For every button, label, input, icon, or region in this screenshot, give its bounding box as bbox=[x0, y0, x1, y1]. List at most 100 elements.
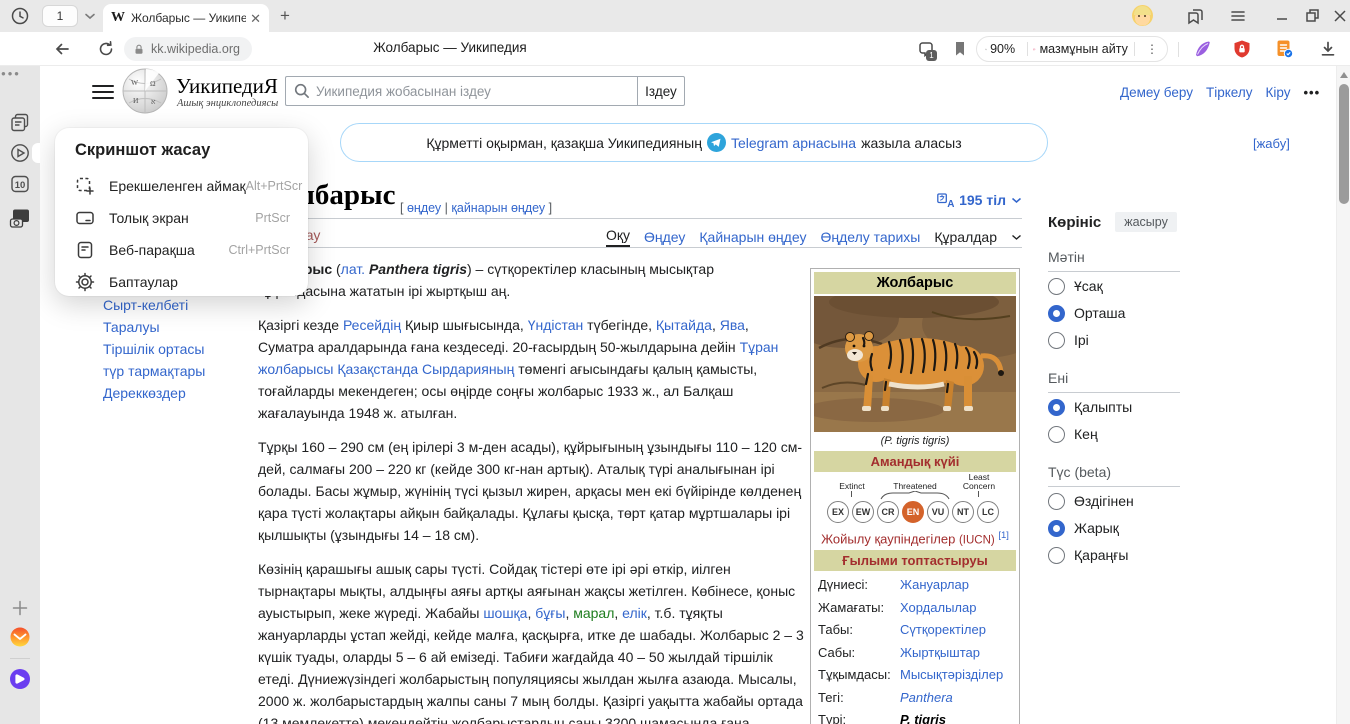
radio-icon[interactable] bbox=[1048, 332, 1065, 349]
radio-option[interactable]: Өздігінен bbox=[1048, 488, 1198, 514]
radio-icon[interactable] bbox=[1048, 547, 1065, 564]
new-tab-button[interactable]: + bbox=[280, 6, 290, 26]
tab-counter[interactable]: 1 bbox=[42, 5, 78, 27]
quill-extension-icon[interactable] bbox=[1192, 39, 1212, 59]
tab-tools[interactable]: Құралдар bbox=[934, 229, 997, 245]
paragraph: Жолбарыс (лат. Panthera tigris) – сүтқор… bbox=[258, 258, 804, 302]
tab-groups-icon[interactable]: 10 bbox=[9, 173, 31, 195]
search-button[interactable]: Іздеу bbox=[637, 76, 685, 106]
toc-item-distribution[interactable]: Таралуы bbox=[103, 320, 253, 334]
menu-item-webpage[interactable]: Веб-парақша Ctrl+PrtScr bbox=[75, 234, 290, 266]
toc-item-habitat[interactable]: Тіршілік ортасы bbox=[103, 342, 253, 356]
toc-item-references[interactable]: Дереккөздер bbox=[103, 386, 253, 400]
menu-item-fullscreen[interactable]: Толық экран PrtScr bbox=[75, 202, 290, 234]
edit-source-link[interactable]: қайнарын өңдеу bbox=[451, 201, 545, 215]
login-link[interactable]: Кіру bbox=[1265, 85, 1290, 100]
tab-history[interactable]: Өңделу тарихы bbox=[820, 229, 920, 245]
edit-link[interactable]: өңдеу bbox=[407, 201, 441, 215]
status-vu[interactable]: VU bbox=[927, 501, 949, 523]
zoom-out-icon[interactable] bbox=[985, 42, 987, 57]
collections-icon[interactable] bbox=[1185, 6, 1205, 26]
scroll-up-icon[interactable] bbox=[1340, 72, 1348, 78]
download-icon[interactable] bbox=[1318, 39, 1338, 59]
browser-tab[interactable]: W Жолбарыс — Уикипед ✕ bbox=[103, 4, 269, 32]
tab-edit[interactable]: Өңдеу bbox=[644, 229, 685, 245]
omnibox-page-title[interactable]: Жолбарыс — Уикипедия bbox=[330, 40, 570, 55]
register-link[interactable]: Тіркелу bbox=[1206, 85, 1253, 100]
status-en[interactable]: EN bbox=[902, 501, 924, 523]
restore-window-icon[interactable] bbox=[1302, 6, 1322, 26]
address-bar[interactable]: kk.wikipedia.org bbox=[124, 37, 252, 61]
status-nt[interactable]: NT bbox=[952, 501, 974, 523]
radio-option[interactable]: Жарық bbox=[1048, 515, 1198, 541]
toc-item-subspecies[interactable]: түр тармақтары bbox=[103, 364, 253, 378]
taxon-link[interactable]: Жыртқыштар bbox=[900, 645, 980, 660]
wiki-menu-icon[interactable] bbox=[92, 84, 114, 100]
docs-extension-icon[interactable] bbox=[1274, 39, 1294, 59]
radio-option[interactable]: Ірі bbox=[1048, 327, 1198, 353]
rail-more-icon[interactable]: ••• bbox=[0, 66, 22, 81]
feed-icon[interactable] bbox=[9, 112, 31, 134]
taxon-link[interactable]: Мысықтәрізділер bbox=[900, 667, 1003, 682]
back-icon[interactable] bbox=[52, 39, 72, 59]
status-lc[interactable]: LC bbox=[977, 501, 999, 523]
telegram-link[interactable]: Telegram арнасына bbox=[731, 135, 856, 151]
donate-link[interactable]: Демеу беру bbox=[1120, 85, 1193, 100]
radio-option[interactable]: Ұсақ bbox=[1048, 273, 1198, 299]
search-input[interactable] bbox=[285, 76, 637, 106]
video-play-icon[interactable] bbox=[9, 142, 31, 164]
radio-option[interactable]: Қараңғы bbox=[1048, 542, 1198, 568]
history-icon[interactable] bbox=[10, 6, 30, 26]
radio-icon[interactable] bbox=[1048, 493, 1065, 510]
read-aloud-icon[interactable]: 66 bbox=[1033, 42, 1035, 57]
wikipedia-wordmark[interactable]: УикипедиЯ bbox=[176, 74, 278, 99]
radio-icon[interactable] bbox=[1048, 426, 1065, 443]
yandex-mail-icon[interactable] bbox=[9, 626, 31, 648]
taxon-link[interactable]: Жануарлар bbox=[900, 577, 969, 592]
language-selector[interactable]: A 195 тіл bbox=[920, 192, 1022, 208]
radio-icon[interactable] bbox=[1048, 305, 1065, 322]
toc-item-appearance-sec[interactable]: Сырт-келбеті bbox=[103, 298, 253, 312]
taxon-link[interactable]: Сүтқоректілер bbox=[900, 622, 986, 637]
radio-icon[interactable] bbox=[1048, 399, 1065, 416]
header-more-icon[interactable]: ••• bbox=[1303, 85, 1320, 100]
browser-menu-icon[interactable] bbox=[1228, 6, 1248, 26]
profile-avatar[interactable] bbox=[1132, 5, 1153, 26]
banner-close-link[interactable]: [жабу] bbox=[1253, 136, 1290, 151]
alice-assistant-icon[interactable] bbox=[9, 668, 31, 690]
browser-side-rail: 10 ••• bbox=[0, 66, 40, 724]
minimize-icon[interactable] bbox=[1272, 6, 1292, 26]
wikipedia-logo[interactable]: W Ω И א bbox=[122, 68, 168, 114]
tab-edit-source[interactable]: Қайнарын өңдеу bbox=[699, 229, 806, 245]
scrollbar-thumb[interactable] bbox=[1339, 84, 1349, 204]
hide-appearance-button[interactable]: жасыру bbox=[1115, 212, 1177, 232]
radio-icon[interactable] bbox=[1048, 520, 1065, 537]
read-aloud-label[interactable]: мазмұнын айту bbox=[1040, 42, 1128, 56]
close-window-icon[interactable] bbox=[1330, 6, 1350, 26]
radio-icon[interactable] bbox=[1048, 278, 1065, 295]
tab-close-icon[interactable]: ✕ bbox=[250, 12, 261, 25]
taxon-link[interactable]: Хордалылар bbox=[900, 600, 976, 615]
status-ex[interactable]: EX bbox=[827, 501, 849, 523]
zoom-level[interactable]: 90% bbox=[990, 42, 1015, 56]
reference-link[interactable]: [1] bbox=[998, 530, 1009, 541]
page-scrollbar[interactable] bbox=[1336, 66, 1350, 724]
status-ew[interactable]: EW bbox=[852, 501, 874, 523]
radio-option[interactable]: Кең bbox=[1048, 421, 1198, 447]
reload-icon[interactable] bbox=[96, 39, 116, 59]
menu-item-settings[interactable]: Баптаулар bbox=[75, 266, 290, 298]
chevron-down-icon[interactable] bbox=[84, 12, 96, 20]
rail-add-icon[interactable] bbox=[9, 597, 31, 619]
bookmark-flag-icon[interactable] bbox=[950, 39, 970, 59]
tab-read[interactable]: Оқу bbox=[606, 227, 630, 247]
status-cr[interactable]: CR bbox=[877, 501, 899, 523]
screenshot-tool-icon[interactable] bbox=[9, 207, 31, 229]
tiger-photo[interactable] bbox=[814, 296, 1016, 432]
pill-more-icon[interactable]: ⋮ bbox=[1146, 42, 1159, 56]
taxon-link[interactable]: Panthera bbox=[900, 690, 953, 705]
menu-item-region[interactable]: Ерекшеленген аймақ Alt+PrtScr bbox=[75, 170, 290, 202]
adblock-shield-icon[interactable] bbox=[1232, 39, 1252, 59]
radio-option[interactable]: Қалыпты bbox=[1048, 394, 1198, 420]
telegram-icon bbox=[707, 133, 726, 152]
radio-option[interactable]: Орташа bbox=[1048, 300, 1198, 326]
